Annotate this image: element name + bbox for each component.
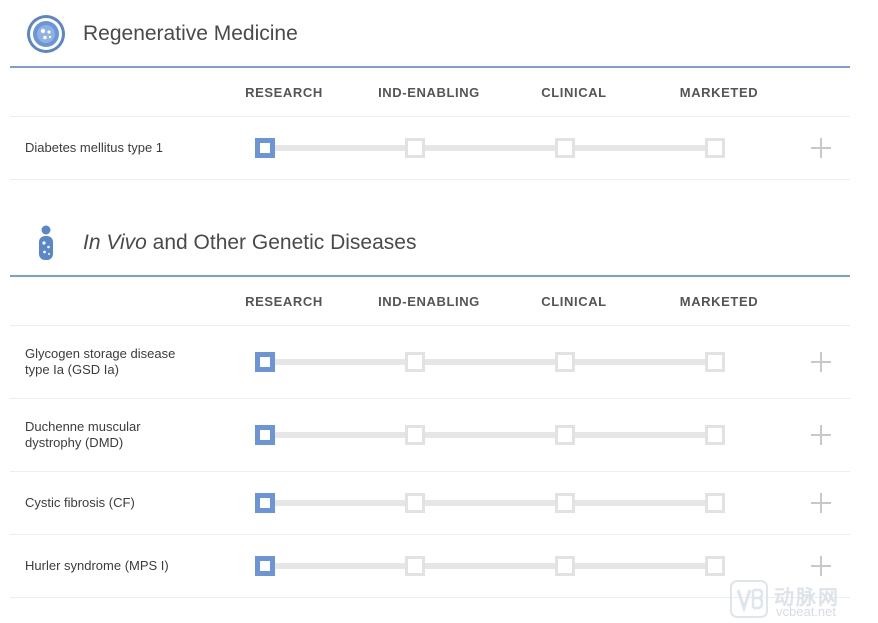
pipeline-track [265, 500, 725, 506]
stage-node-marketed [705, 138, 725, 158]
pipeline-track [265, 359, 725, 365]
stage-header-research: RESEARCH [245, 294, 323, 309]
stage-node-clinical [555, 425, 575, 445]
stage-node-clinical [555, 493, 575, 513]
indication-label: Glycogen storage disease type Ia (GSD Ia… [25, 346, 176, 377]
pipeline-track [265, 145, 725, 151]
section-header: Regenerative Medicine [10, 0, 850, 68]
stage-node-ind-enabling [405, 352, 425, 372]
section-title: In Vivo and Other Genetic Diseases [83, 231, 417, 254]
expand-plus-icon[interactable] [810, 137, 832, 159]
stage-header-clinical: CLINICAL [541, 294, 607, 309]
person-icon [39, 225, 53, 260]
stage-node-research [255, 493, 275, 513]
stage-header-clinical: CLINICAL [541, 85, 607, 100]
vb-logo-icon [730, 580, 768, 618]
stage-node-marketed [705, 556, 725, 576]
stage-header-marketed: MARKETED [679, 294, 759, 309]
stage-node-research [255, 352, 275, 372]
pipeline-row: Diabetes mellitus type 1 [10, 117, 850, 180]
watermark: 动脉网 vcbeat.net [730, 580, 870, 620]
stage-node-clinical [555, 352, 575, 372]
stage-header-ind-enabling: IND-ENABLING [378, 85, 480, 100]
indication-label: Hurler syndrome (MPS I) [25, 558, 169, 573]
indication-label: Diabetes mellitus type 1 [25, 140, 164, 155]
expand-plus-icon[interactable] [810, 555, 832, 577]
stage-node-ind-enabling [405, 425, 425, 445]
indication-label: Cystic fibrosis (CF) [25, 495, 135, 510]
section-in-vivo-genetic-diseases: In Vivo and Other Genetic Diseases RESEA… [10, 209, 850, 598]
pipeline-row: Hurler syndrome (MPS I) [10, 535, 850, 598]
stage-node-marketed [705, 425, 725, 445]
stage-node-ind-enabling [405, 138, 425, 158]
cell-icon [27, 15, 65, 53]
expand-plus-icon[interactable] [810, 424, 832, 446]
stage-node-research [255, 556, 275, 576]
stage-node-marketed [705, 352, 725, 372]
expand-plus-icon[interactable] [810, 351, 832, 373]
section-regenerative-medicine: Regenerative Medicine RESEARCH IND-ENABL… [10, 0, 850, 180]
stage-node-marketed [705, 493, 725, 513]
stage-node-research [255, 425, 275, 445]
stage-header-ind-enabling: IND-ENABLING [378, 294, 480, 309]
stage-column-headers: RESEARCH IND-ENABLING CLINICAL MARKETED [10, 277, 850, 326]
pipeline-row: Cystic fibrosis (CF) [10, 472, 850, 535]
stage-header-marketed: MARKETED [679, 85, 759, 100]
pipeline-row: Duchenne muscular dystrophy (DMD) [10, 399, 850, 472]
stage-node-clinical [555, 138, 575, 158]
watermark-en-text: vcbeat.net [776, 604, 836, 619]
stage-node-ind-enabling [405, 493, 425, 513]
indication-label: Duchenne muscular dystrophy (DMD) [25, 419, 141, 450]
stage-node-research [255, 138, 275, 158]
pipeline-track [265, 432, 725, 438]
stage-node-ind-enabling [405, 556, 425, 576]
stage-header-research: RESEARCH [245, 85, 323, 100]
pipeline-row: Glycogen storage disease type Ia (GSD Ia… [10, 326, 850, 399]
section-header: In Vivo and Other Genetic Diseases [10, 209, 850, 277]
stage-column-headers: RESEARCH IND-ENABLING CLINICAL MARKETED [10, 68, 850, 117]
stage-node-clinical [555, 556, 575, 576]
expand-plus-icon[interactable] [810, 492, 832, 514]
section-title: Regenerative Medicine [83, 22, 298, 45]
pipeline-track [265, 563, 725, 569]
